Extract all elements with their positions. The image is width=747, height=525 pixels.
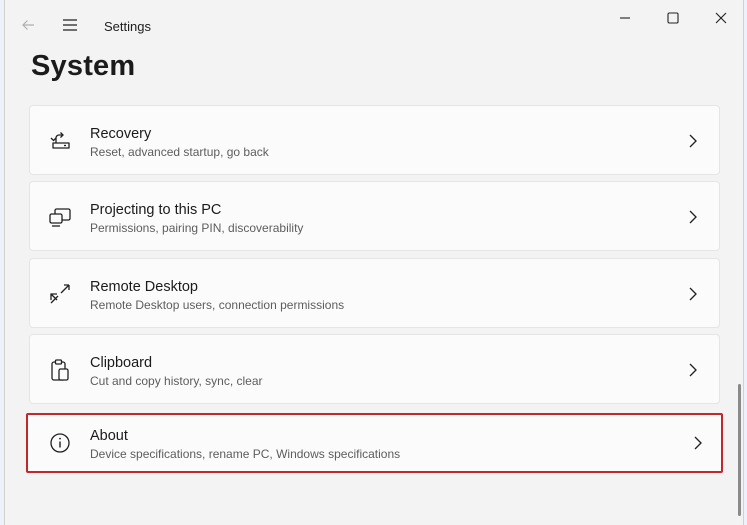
chevron-right-icon xyxy=(692,435,704,451)
item-subtitle: Remote Desktop users, connection permiss… xyxy=(90,298,345,312)
item-title: Recovery xyxy=(90,126,152,142)
chevron-right-icon xyxy=(687,133,699,149)
settings-item-about[interactable]: About Device specifications, rename PC, … xyxy=(26,413,723,473)
item-subtitle: Permissions, pairing PIN, discoverabilit… xyxy=(90,221,304,235)
settings-item-recovery[interactable]: Recovery Reset, advanced startup, go bac… xyxy=(29,105,720,175)
item-title: Clipboard xyxy=(90,355,153,371)
remote-desktop-icon xyxy=(47,281,73,307)
item-subtitle: Cut and copy history, sync, clear xyxy=(90,374,263,388)
recovery-icon xyxy=(47,128,73,154)
window-title: Settings xyxy=(104,19,151,34)
navigation-menu-button[interactable] xyxy=(57,12,83,38)
hamburger-icon xyxy=(63,19,77,31)
item-subtitle: Device specifications, rename PC, Window… xyxy=(90,447,401,461)
title-bar: Settings xyxy=(5,0,743,48)
close-button[interactable] xyxy=(698,4,743,32)
maximize-icon xyxy=(667,12,679,24)
chevron-right-icon xyxy=(687,362,699,378)
clipboard-icon xyxy=(47,357,73,383)
item-title: Projecting to this PC xyxy=(90,202,222,218)
settings-window: Settings System Recovery Reset, advanced… xyxy=(4,0,744,525)
chevron-right-icon xyxy=(687,209,699,225)
settings-item-projecting[interactable]: Projecting to this PC Permissions, pairi… xyxy=(29,181,720,251)
settings-item-clipboard[interactable]: Clipboard Cut and copy history, sync, cl… xyxy=(29,334,720,404)
minimize-icon xyxy=(620,17,630,19)
page-title: System xyxy=(31,50,136,82)
item-title: About xyxy=(90,428,128,444)
back-arrow-icon xyxy=(22,20,34,30)
back-button[interactable] xyxy=(15,12,41,38)
item-subtitle: Reset, advanced startup, go back xyxy=(90,145,269,159)
item-title: Remote Desktop xyxy=(90,279,198,295)
maximize-button[interactable] xyxy=(650,4,696,32)
minimize-button[interactable] xyxy=(602,4,648,32)
chevron-right-icon xyxy=(687,286,699,302)
close-icon xyxy=(715,12,727,24)
projecting-icon xyxy=(47,204,73,230)
info-icon xyxy=(47,430,73,456)
settings-item-remote-desktop[interactable]: Remote Desktop Remote Desktop users, con… xyxy=(29,258,720,328)
vertical-scrollbar[interactable] xyxy=(738,384,741,516)
